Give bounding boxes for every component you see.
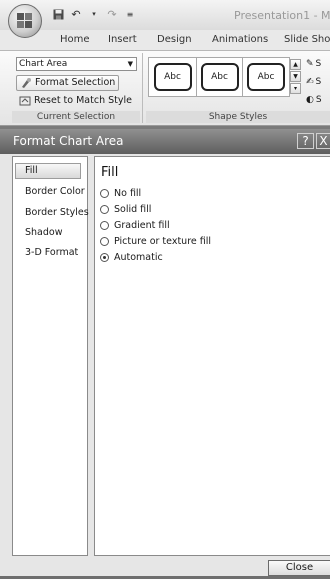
window-title: Presentation1 - Mic [234, 9, 330, 22]
undo-icon[interactable]: ↶ [70, 8, 82, 21]
customize-qat-icon[interactable]: ≡ [124, 8, 136, 20]
gradient-fill-option[interactable]: Gradient fill [100, 220, 170, 231]
nav-item-3d-format[interactable]: 3-D Format [25, 247, 78, 258]
office-button[interactable] [8, 4, 42, 38]
automatic-radio[interactable] [100, 253, 109, 262]
nav-item-fill[interactable]: Fill [15, 163, 81, 179]
shape-styles-scroller: ▲ ▼ ▾ [290, 59, 301, 95]
ribbon-tabs: Home Insert Design Animations Slide Show [0, 30, 330, 50]
picture-fill-option[interactable]: Picture or texture fill [100, 236, 211, 247]
nav-item-border-color[interactable]: Border Color [25, 186, 85, 197]
shape-fill-button[interactable]: ✎ S [306, 59, 321, 69]
shape-style-1-label: Abc [153, 63, 192, 91]
close-button[interactable]: Close [268, 560, 330, 576]
solid-fill-radio[interactable] [100, 205, 109, 214]
office-logo-icon [17, 13, 33, 29]
save-icon[interactable] [52, 8, 64, 20]
no-fill-label: No fill [114, 188, 142, 199]
shape-style-2-label: Abc [200, 63, 239, 91]
picture-fill-radio[interactable] [100, 237, 109, 246]
scroll-down-icon[interactable]: ▼ [290, 71, 301, 82]
shape-style-1[interactable]: Abc [148, 57, 197, 97]
solid-fill-label: Solid fill [114, 204, 152, 215]
tab-home[interactable]: Home [60, 34, 90, 45]
gradient-fill-radio[interactable] [100, 221, 109, 230]
redo-icon[interactable]: ↷ [106, 8, 118, 21]
no-fill-radio[interactable] [100, 189, 109, 198]
shape-style-3[interactable]: Abc [242, 57, 290, 97]
shape-effects-label: S [315, 95, 322, 105]
format-selection-button[interactable]: Format Selection [16, 75, 120, 91]
gradient-fill-label: Gradient fill [114, 220, 170, 231]
title-bar: ↶ ▾ ↷ ≡ Presentation1 - Mic [0, 0, 330, 30]
solid-fill-option[interactable]: Solid fill [100, 204, 151, 215]
chevron-down-icon: ▼ [127, 60, 133, 68]
nav-item-shadow[interactable]: Shadow [25, 227, 63, 238]
shape-style-3-label: Abc [247, 63, 285, 91]
shape-outline-button[interactable]: ✍ S [306, 77, 321, 87]
tab-design[interactable]: Design [157, 34, 192, 45]
chart-elements-dropdown[interactable]: Chart Area ▼ [16, 57, 137, 71]
shape-outline-label: S [315, 77, 322, 87]
no-fill-option[interactable]: No fill [100, 188, 141, 199]
reset-to-match-style-button[interactable]: Reset to Match Style [16, 93, 135, 109]
automatic-label: Automatic [114, 252, 163, 263]
group-separator [142, 53, 143, 123]
quick-access-toolbar: ↶ ▾ ↷ ≡ [52, 8, 136, 21]
ribbon: Chart Area ▼ Format Selection Reset to M… [0, 50, 330, 126]
reset-to-match-style-label: Reset to Match Style [34, 95, 132, 106]
shape-outline-icon: ✍ [306, 77, 314, 87]
format-selection-icon [20, 77, 32, 89]
tab-animations[interactable]: Animations [212, 34, 268, 45]
gallery-more-icon[interactable]: ▾ [290, 83, 301, 94]
reset-style-icon [19, 95, 31, 107]
current-selection-group-label: Current Selection [12, 111, 140, 123]
tab-slide-show[interactable]: Slide Show [284, 34, 330, 45]
shape-styles-group-label: Shape Styles [146, 111, 330, 123]
tab-insert[interactable]: Insert [108, 34, 137, 45]
picture-fill-label: Picture or texture fill [114, 236, 212, 247]
shape-fill-label: S [315, 59, 322, 69]
fill-panel [94, 156, 330, 556]
dialog-title-bar: Format Chart Area ? X [0, 129, 330, 154]
panel-heading: Fill [101, 165, 119, 180]
shape-effects-button[interactable]: ◐ S [306, 95, 322, 105]
shape-effects-icon: ◐ [306, 95, 314, 105]
format-selection-label: Format Selection [35, 77, 116, 88]
scroll-up-icon[interactable]: ▲ [290, 59, 301, 70]
help-button[interactable]: ? [297, 133, 314, 149]
automatic-option[interactable]: Automatic [100, 252, 163, 263]
chevron-down-icon[interactable]: ▾ [88, 8, 100, 20]
shape-fill-icon: ✎ [306, 59, 314, 69]
chart-elements-value: Chart Area [19, 59, 68, 69]
dialog-close-icon[interactable]: X [316, 133, 330, 149]
nav-item-border-styles[interactable]: Border Styles [25, 207, 89, 218]
dialog-title: Format Chart Area [13, 134, 124, 148]
shape-style-2[interactable]: Abc [196, 57, 243, 97]
